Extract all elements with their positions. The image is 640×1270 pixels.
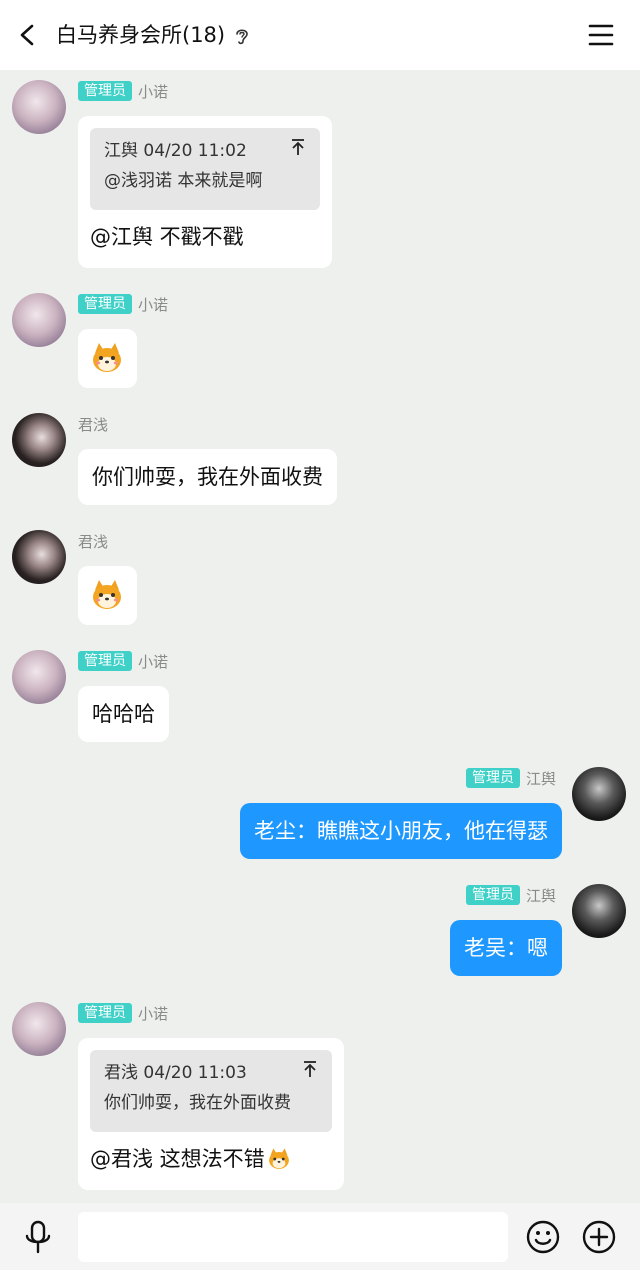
- message-bubble[interactable]: 你们帅耍，我在外面收费: [78, 449, 337, 505]
- message-text: @江舆 不戳不戳: [90, 225, 244, 249]
- menu-icon[interactable]: [588, 22, 614, 48]
- plus-icon[interactable]: [582, 1220, 616, 1254]
- avatar[interactable]: [12, 1002, 66, 1056]
- message-text: @君浅 这想法不错: [90, 1147, 265, 1171]
- avatar[interactable]: [12, 530, 66, 584]
- message-text-row: @君浅 这想法不错: [90, 1144, 332, 1174]
- message-text: 老尘：瞧瞧这小朋友，他在得瑟: [254, 819, 548, 843]
- sender-name: 江舆: [525, 886, 556, 905]
- shiba-sticker: [93, 343, 121, 372]
- admin-badge: 管理员: [78, 1003, 132, 1023]
- quote-text: 你们帅耍，我在外面收费: [104, 1093, 291, 1113]
- message-meta: 君浅: [78, 530, 108, 552]
- avatar[interactable]: [572, 767, 626, 821]
- sender-name: 君浅: [78, 532, 109, 551]
- shiba-sticker: [268, 1148, 289, 1169]
- ear-icon: [236, 29, 248, 45]
- message-bubble[interactable]: 老吴：嗯: [450, 920, 562, 976]
- message-text: 哈哈哈: [92, 702, 155, 726]
- message-meta: 管理员 江舆: [465, 767, 556, 789]
- avatar[interactable]: [572, 884, 626, 938]
- back-icon[interactable]: [18, 24, 38, 46]
- quote-author-time: 江舆 04/20 11:02: [104, 141, 247, 161]
- avatar[interactable]: [12, 80, 66, 134]
- message-meta: 管理员 江舆: [465, 884, 556, 906]
- message-input[interactable]: [78, 1212, 508, 1262]
- sticker-bubble[interactable]: [78, 329, 137, 388]
- message-bubble[interactable]: 哈哈哈: [78, 686, 169, 742]
- admin-badge: 管理员: [465, 768, 520, 788]
- sticker-bubble[interactable]: [78, 566, 137, 625]
- avatar[interactable]: [12, 650, 66, 704]
- admin-badge: 管理员: [78, 651, 132, 671]
- avatar[interactable]: [12, 413, 66, 467]
- message-meta: 管理员 小诺: [78, 293, 168, 315]
- chat-header: 白马养身会所(18): [0, 0, 640, 70]
- message-bubble[interactable]: 老尘：瞧瞧这小朋友，他在得瑟: [240, 803, 562, 859]
- chat-title: 白马养身会所(18): [56, 23, 226, 47]
- sender-name: 小诺: [138, 82, 169, 101]
- sender-name: 君浅: [78, 415, 109, 434]
- message-bubble[interactable]: 江舆 04/20 11:02 @浅羽诺 本来就是啊 @江舆 不戳不戳: [78, 116, 332, 268]
- message-text: 老吴：嗯: [464, 936, 548, 960]
- sender-name: 小诺: [138, 652, 169, 671]
- quote-author-time: 君浅 04/20 11:03: [104, 1063, 247, 1083]
- admin-badge: 管理员: [78, 81, 132, 101]
- quoted-message[interactable]: 君浅 04/20 11:03 你们帅耍，我在外面收费: [90, 1050, 332, 1132]
- emoji-icon[interactable]: [526, 1220, 560, 1254]
- pin-icon[interactable]: [302, 1060, 318, 1078]
- admin-badge: 管理员: [465, 885, 520, 905]
- admin-badge: 管理员: [78, 294, 132, 314]
- message-meta: 管理员 小诺: [78, 650, 168, 672]
- pin-icon[interactable]: [290, 138, 306, 156]
- message-meta: 管理员 小诺: [78, 80, 168, 102]
- sender-name: 小诺: [138, 1004, 169, 1023]
- message-text: 你们帅耍，我在外面收费: [92, 465, 323, 489]
- avatar[interactable]: [12, 293, 66, 347]
- sender-name: 小诺: [138, 295, 169, 314]
- message-meta: 君浅: [78, 413, 108, 435]
- message-bubble[interactable]: 君浅 04/20 11:03 你们帅耍，我在外面收费 @君浅 这想法不错: [78, 1038, 344, 1190]
- shiba-sticker: [93, 580, 121, 609]
- mic-icon[interactable]: [24, 1220, 52, 1254]
- sender-name: 江舆: [525, 769, 556, 788]
- quoted-message[interactable]: 江舆 04/20 11:02 @浅羽诺 本来就是啊: [90, 128, 320, 210]
- input-bar: [0, 1203, 640, 1270]
- quote-text: @浅羽诺 本来就是啊: [104, 171, 263, 191]
- message-meta: 管理员 小诺: [78, 1002, 168, 1024]
